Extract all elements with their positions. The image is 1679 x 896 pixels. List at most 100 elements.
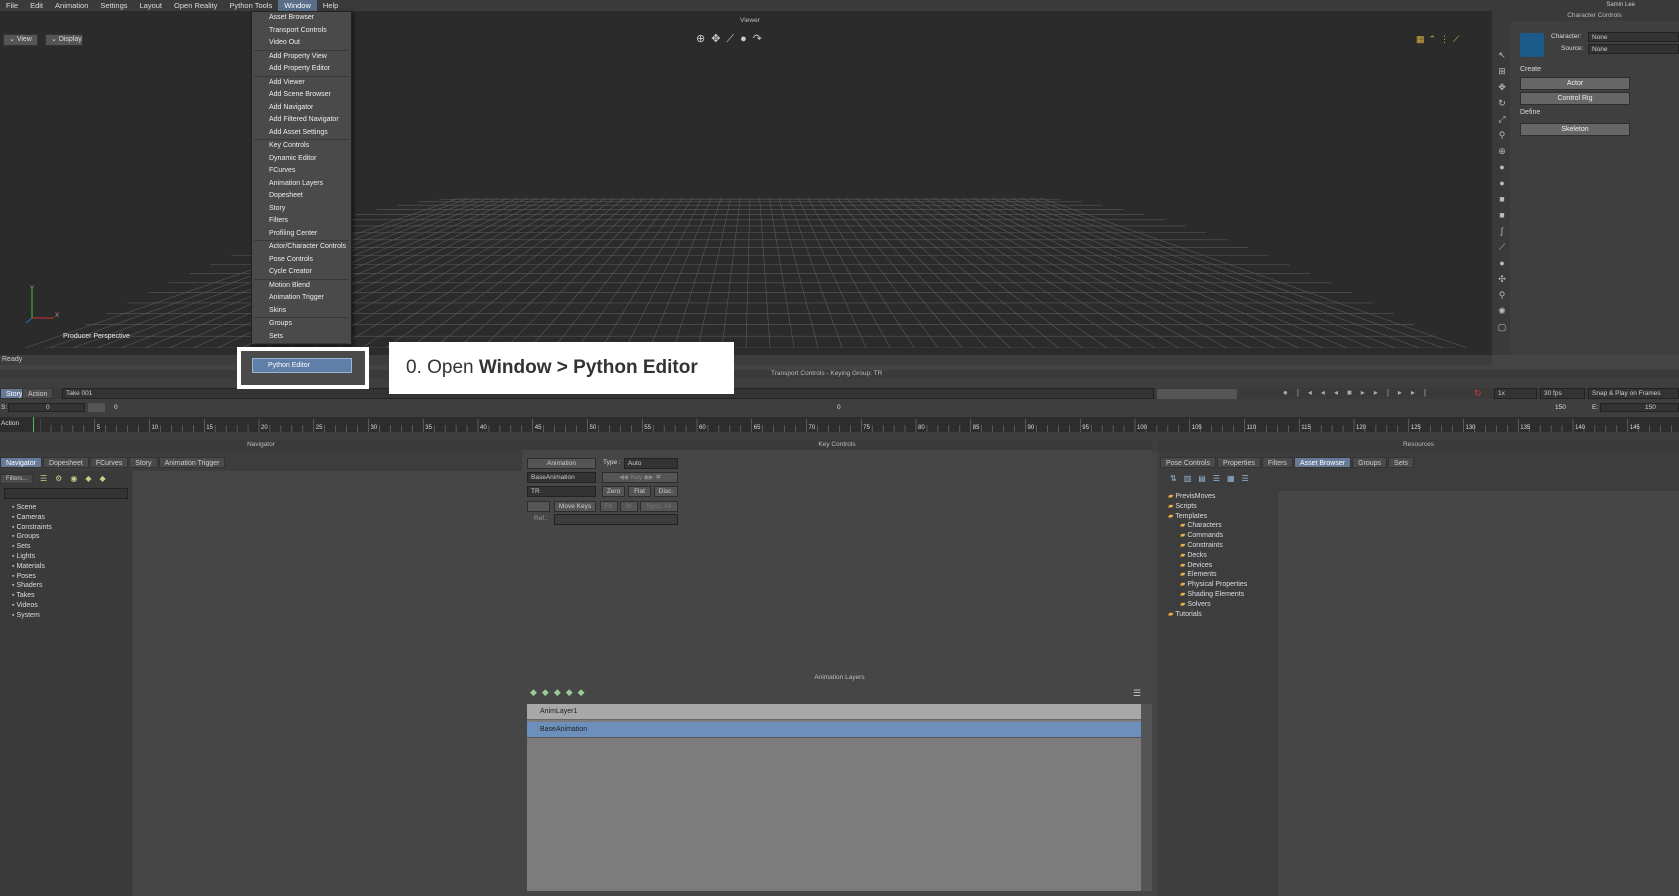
menu-item-animation-layers[interactable]: Animation Layers [252, 178, 351, 191]
asset-folder-solvers[interactable]: ▰ Solvers [1168, 600, 1247, 610]
viewer-tool-icon[interactable]: ⚲ [1497, 290, 1507, 300]
ik-button[interactable]: IK [620, 501, 638, 512]
asset-folder-prevismoves[interactable]: ▰ PrevisMoves [1168, 492, 1247, 502]
menu-python-tools[interactable]: Python Tools [223, 0, 278, 11]
menu-item-video-out[interactable]: Video Out [252, 37, 351, 50]
menu-item-dopesheet[interactable]: Dopesheet [252, 190, 351, 203]
viewer-right-icons[interactable]: ▦⌃⋮⟋ [1416, 34, 1463, 45]
ref-field[interactable] [554, 514, 678, 525]
menu-item-add-viewer[interactable]: Add Viewer [252, 77, 351, 90]
menu-item-filters[interactable]: Filters [252, 215, 351, 228]
skeleton-button[interactable]: Skeleton [1520, 123, 1630, 136]
tree-item-lights[interactable]: ▪ Lights [12, 552, 52, 562]
fk-button[interactable]: FK [600, 501, 618, 512]
menu-item-profiling-center[interactable]: Profiling Center [252, 228, 351, 241]
layer-row-animlayer1[interactable]: AnimLayer1 [527, 704, 1141, 720]
tree-item-scene[interactable]: ▪ Scene [12, 503, 52, 513]
menu-window[interactable]: Window [278, 0, 317, 11]
tree-item-shaders[interactable]: ▪ Shaders [12, 581, 52, 591]
layer-row-baseanimation[interactable]: BaseAnimation [527, 722, 1141, 738]
layer-tool-icons[interactable]: ◆◆◆◆◆ [530, 687, 590, 698]
viewer-tool-icon[interactable]: ⟋ [1497, 242, 1507, 252]
asset-folder-decks[interactable]: ▰ Decks [1168, 551, 1247, 561]
user-name[interactable]: Samin Lee [1606, 2, 1635, 8]
menu-settings[interactable]: Settings [94, 0, 133, 11]
menu-item-transport-controls[interactable]: Transport Controls [252, 25, 351, 38]
tab-animation-trigger[interactable]: Animation Trigger [158, 457, 226, 468]
tree-item-sets[interactable]: ▪ Sets [12, 542, 52, 552]
menu-item-add-navigator[interactable]: Add Navigator [252, 102, 351, 115]
layers-scrollbar[interactable] [1141, 704, 1152, 891]
tree-item-constraints[interactable]: ▪ Constraints [12, 523, 52, 533]
move-keys-button[interactable]: Move Keys [554, 501, 596, 512]
tree-item-videos[interactable]: ▪ Videos [12, 601, 52, 611]
frame-step[interactable] [88, 403, 105, 412]
menu-item-groups[interactable]: Groups [252, 318, 351, 331]
menu-open-reality[interactable]: Open Reality [168, 0, 223, 11]
viewer-tool-icon[interactable]: ✺ [1497, 306, 1507, 316]
viewer-tool-icons[interactable]: ↖ ⊞ ✥ ↻ ⤢ ⚲ ⊕ ● ● ■ ■ ∫ ⟋ ● ✣ ⚲ ✺ ▢ [1494, 50, 1510, 350]
tree-item-groups[interactable]: ▪ Groups [12, 532, 52, 542]
character-select[interactable]: None [1588, 32, 1679, 42]
tab-action[interactable]: Action [22, 388, 54, 399]
menu-item-key-controls[interactable]: Key Controls [252, 140, 351, 153]
menu-item-animation-trigger[interactable]: Animation Trigger [252, 292, 351, 305]
menu-item-add-filtered-navigator[interactable]: Add Filtered Navigator [252, 114, 351, 127]
tab-navigator[interactable]: Navigator [0, 457, 42, 468]
animation-button[interactable]: Animation [527, 458, 596, 469]
viewer-tool-icon[interactable]: ■ [1497, 194, 1507, 204]
tab-groups[interactable]: Groups [1352, 457, 1388, 468]
timeline-cursor[interactable] [33, 417, 34, 432]
flat-button[interactable]: Flat [628, 486, 651, 497]
playback-buttons[interactable]: ●|◂◂◂■▸▸|▸▸| [1283, 388, 1435, 397]
source-select[interactable]: None [1588, 44, 1679, 54]
asset-folder-constraints[interactable]: ▰ Constraints [1168, 541, 1247, 551]
tree-item-takes[interactable]: ▪ Takes [12, 591, 52, 601]
asset-folder-templates[interactable]: ▰ Templates [1168, 512, 1247, 522]
viewer-tool-icon[interactable]: ■ [1497, 210, 1507, 220]
menu-item-add-scene-browser[interactable]: Add Scene Browser [252, 89, 351, 102]
menu-item-sets[interactable]: Sets [252, 331, 351, 344]
asset-folder-physical-properties[interactable]: ▰ Physical Properties [1168, 580, 1247, 590]
menu-animation[interactable]: Animation [49, 0, 94, 11]
keying-group-select[interactable]: TR [527, 486, 596, 497]
asset-folder-devices[interactable]: ▰ Devices [1168, 561, 1247, 571]
viewer-tool-icon[interactable]: ⤢ [1497, 114, 1507, 124]
filters-button[interactable]: Filters... [0, 474, 34, 484]
tab-dopesheet[interactable]: Dopesheet [42, 457, 89, 468]
navigator-tool-icons[interactable]: ☰⚙◉◆◆ [40, 474, 114, 483]
view-button[interactable]: ⌄ View [3, 34, 38, 46]
manipulator-icons[interactable]: ⊕✥⟋●↷ [696, 32, 768, 46]
layer-menu-icon[interactable]: ☰ [1133, 688, 1141, 699]
tab-properties[interactable]: Properties [1216, 457, 1261, 468]
viewer-tool-icon[interactable]: ✥ [1497, 82, 1507, 92]
viewer-tool-icon[interactable]: ● [1497, 162, 1507, 172]
menu-item-pose-controls[interactable]: Pose Controls [252, 254, 351, 267]
tab-sets[interactable]: Sets [1388, 457, 1415, 468]
sync-all-button[interactable]: Sync. All [640, 501, 678, 512]
menu-item-fcurves[interactable]: FCurves [252, 165, 351, 178]
viewer-tool-icon[interactable]: ● [1497, 258, 1507, 268]
loop-icon[interactable]: ↻ [1474, 388, 1482, 399]
asset-folder-shading-elements[interactable]: ▰ Shading Elements [1168, 590, 1247, 600]
viewer-tool-icon[interactable]: ▢ [1497, 322, 1507, 332]
tab-pose-controls[interactable]: Pose Controls [1160, 457, 1216, 468]
tree-item-poses[interactable]: ▪ Poses [12, 572, 52, 582]
menu-item-add-property-editor[interactable]: Add Property Editor [252, 63, 351, 76]
menu-help[interactable]: Help [317, 0, 344, 11]
menu-item-story[interactable]: Story [252, 203, 351, 216]
asset-folder-commands[interactable]: ▰ Commands [1168, 531, 1247, 541]
viewer-tool-icon[interactable]: ✣ [1497, 274, 1507, 284]
type-select[interactable]: Auto [624, 458, 678, 469]
resources-view-icons[interactable]: ⇅▥▤☰▦☰ [1170, 474, 1256, 483]
viewer-tool-icon[interactable]: ⊞ [1497, 66, 1507, 76]
key-button[interactable]: ◀◆ Key ◆▶ ✖ [602, 472, 678, 483]
fps-select[interactable]: 30 fps [1540, 388, 1585, 399]
viewer-tool-icon[interactable]: ∫ [1497, 226, 1507, 236]
control-rig-button[interactable]: Control Rig [1520, 92, 1630, 105]
tree-item-system[interactable]: ▪ System [12, 611, 52, 621]
menu-item-cycle-creator[interactable]: Cycle Creator [252, 266, 351, 279]
playback-range[interactable] [1157, 389, 1237, 399]
menu-item-motion-blend[interactable]: Motion Blend [252, 280, 351, 293]
zero-button[interactable]: Zero [602, 486, 625, 497]
